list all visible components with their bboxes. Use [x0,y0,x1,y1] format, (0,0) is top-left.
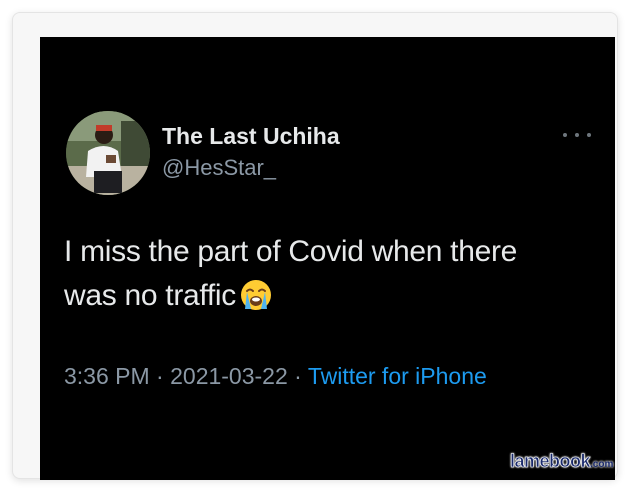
avatar[interactable] [66,111,150,195]
tweet-text-line: was no traffic [64,279,236,312]
user-handle[interactable]: @HesStar_ [162,155,276,181]
separator: · [294,363,302,389]
tweet-text: I miss the part of Covid when there was … [64,230,594,318]
tweet-card: The Last Uchiha @HesStar_ I miss the par… [40,37,615,480]
tweet-date[interactable]: 2021-03-22 [170,363,288,389]
tweet-text-line: I miss the part of Covid when there [64,235,518,268]
more-options-icon[interactable] [563,125,591,145]
dot [563,133,567,137]
tweet-metadata: 3:36 PM · 2021-03-22 · Twitter for iPhon… [64,363,487,390]
tweet-text-line-2: was no traffic [64,274,594,318]
screenshot-frame: The Last Uchiha @HesStar_ I miss the par… [12,12,618,480]
tweet-source-link[interactable]: Twitter for iPhone [308,363,487,389]
watermark: lamebook .com [510,451,614,472]
display-name[interactable]: The Last Uchiha [162,123,340,150]
watermark-main: lamebook [510,451,591,472]
loudly-crying-face-icon [240,279,272,311]
tweet-time[interactable]: 3:36 PM [64,363,150,389]
watermark-tld: .com [590,459,614,470]
avatar-photo [66,111,150,195]
dot [575,133,579,137]
separator: · [156,363,164,389]
dot [587,133,591,137]
